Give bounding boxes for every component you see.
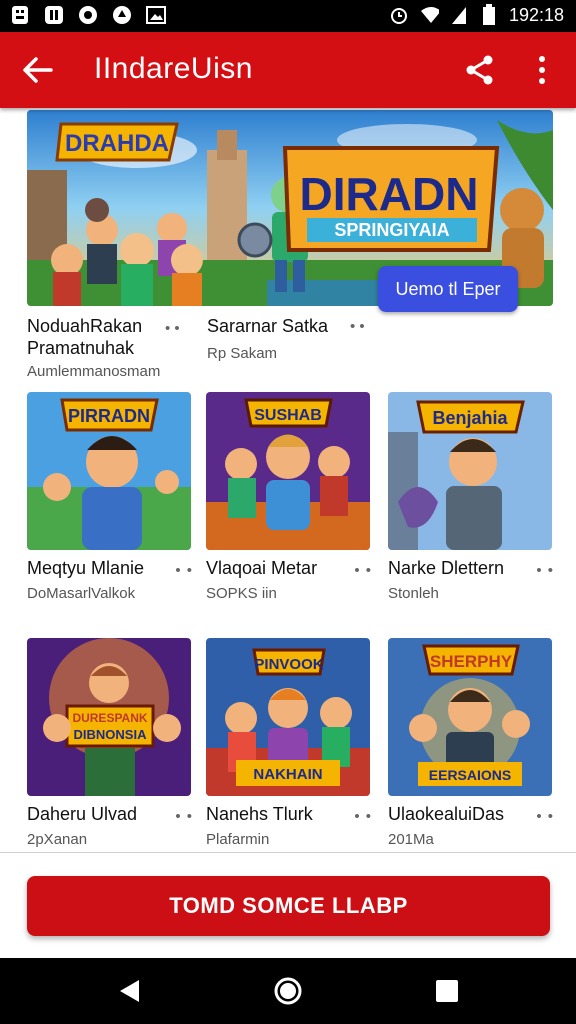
game-thumbnail[interactable]: SHERPHY EERSAIONS bbox=[388, 638, 552, 796]
hero-play-button[interactable]: Uemo tl Eper bbox=[378, 266, 518, 312]
arrow-back-icon[interactable] bbox=[18, 52, 58, 88]
hero-caption-left-line2: Pramatnuhak bbox=[27, 338, 135, 358]
card-more-icon[interactable]: • • bbox=[354, 808, 372, 825]
game-subtitle: Stonleh bbox=[388, 585, 439, 602]
svg-text:PIRRADN: PIRRADN bbox=[68, 406, 150, 426]
card-more-icon[interactable]: • • bbox=[175, 562, 193, 579]
signal-icon bbox=[449, 4, 469, 26]
game-thumbnail[interactable]: Benjahia bbox=[388, 392, 552, 550]
card-more-icon[interactable]: • • bbox=[175, 808, 193, 825]
divider bbox=[0, 852, 576, 853]
card-more-icon[interactable]: • • bbox=[536, 808, 554, 825]
notification-icon bbox=[10, 4, 30, 26]
svg-text:DURESPANK: DURESPANK bbox=[72, 711, 147, 725]
hero-caption-right-title: Sararnar Satka bbox=[207, 316, 329, 336]
hero-caption-right[interactable]: Sararnar Satka Rp Sakam bbox=[207, 316, 328, 362]
page-title: IIndareUisn bbox=[94, 52, 253, 85]
svg-text:DIBNONSIA: DIBNONSIA bbox=[74, 727, 148, 742]
game-title: Narke Dlettern bbox=[388, 558, 505, 578]
card-more-icon[interactable]: • • bbox=[536, 562, 554, 579]
hero-left-more-icon[interactable]: • • bbox=[165, 320, 180, 337]
hero-caption-left[interactable]: NoduahRakan Pramatnuhak Aumlemmanosmam bbox=[27, 316, 160, 380]
share-icon[interactable] bbox=[460, 52, 500, 88]
battery-icon bbox=[479, 4, 499, 26]
game-subtitle: SOPKS iin bbox=[206, 585, 277, 602]
svg-text:SPRINGIYAIA: SPRINGIYAIA bbox=[334, 220, 449, 240]
status-bar: 192:18 bbox=[0, 0, 576, 32]
svg-text:SHERPHY: SHERPHY bbox=[430, 652, 513, 671]
game-thumbnail[interactable]: PINVOOK NAKHAIN bbox=[206, 638, 370, 796]
hero-caption-right-subtitle: Rp Sakam bbox=[207, 345, 278, 362]
alarm-icon bbox=[112, 4, 132, 26]
hero-caption-left-title: NoduahRakan bbox=[27, 316, 143, 336]
game-subtitle: 2pXanan bbox=[27, 831, 88, 848]
back-triangle-icon[interactable] bbox=[114, 976, 144, 1006]
game-title: Daheru Ulvad bbox=[27, 804, 138, 824]
clock-text: 192:18 bbox=[508, 4, 564, 25]
game-subtitle: DoMasarlValkok bbox=[27, 585, 136, 602]
wifi-icon bbox=[419, 4, 439, 26]
svg-text:DIRADN: DIRADN bbox=[300, 168, 479, 220]
card-more-icon[interactable]: • • bbox=[354, 562, 372, 579]
game-title: Nanehs Tlurk bbox=[206, 804, 313, 824]
app-bar: IIndareUisn bbox=[0, 32, 576, 108]
whatsapp-icon bbox=[44, 4, 64, 26]
content-scroll[interactable]: DRAHDA DIRADN SPRINGIYAIA Uemo tl Eper N… bbox=[0, 108, 576, 856]
game-subtitle: Plafarmin bbox=[206, 831, 270, 848]
alarm-clock-icon bbox=[389, 4, 409, 26]
game-thumbnail[interactable]: PIRRADN bbox=[27, 392, 191, 550]
svg-text:SUSHAB: SUSHAB bbox=[254, 407, 322, 424]
game-title: Vlaqoai Metar bbox=[206, 558, 318, 578]
hero-caption-left-subtitle: Aumlemmanosmam bbox=[27, 363, 161, 380]
svg-text:NAKHAIN: NAKHAIN bbox=[253, 766, 322, 783]
more-vert-icon[interactable] bbox=[524, 52, 560, 88]
recents-square-icon[interactable] bbox=[432, 976, 462, 1006]
gallery-icon bbox=[146, 4, 166, 26]
system-nav-bar bbox=[0, 958, 576, 1024]
svg-text:EERSAIONS: EERSAIONS bbox=[429, 767, 511, 783]
game-title: UlaokealuiDas bbox=[388, 804, 505, 824]
game-thumbnail[interactable]: DURESPANK DIBNONSIA bbox=[27, 638, 191, 796]
svg-text:DRAHDA: DRAHDA bbox=[65, 130, 169, 157]
home-circle-icon[interactable] bbox=[273, 976, 303, 1006]
svg-text:Benjahia: Benjahia bbox=[432, 408, 508, 428]
cta-button[interactable]: TOMD SOMCE LLABP bbox=[27, 876, 550, 936]
game-thumbnail[interactable]: SUSHAB bbox=[206, 392, 370, 550]
svg-text:PINVOOK: PINVOOK bbox=[254, 656, 323, 673]
music-icon bbox=[78, 4, 98, 26]
game-subtitle: 201Ma bbox=[388, 831, 434, 848]
hero-right-more-icon[interactable]: • • bbox=[350, 318, 365, 335]
game-title: Meqtyu Mlanie bbox=[27, 558, 145, 578]
